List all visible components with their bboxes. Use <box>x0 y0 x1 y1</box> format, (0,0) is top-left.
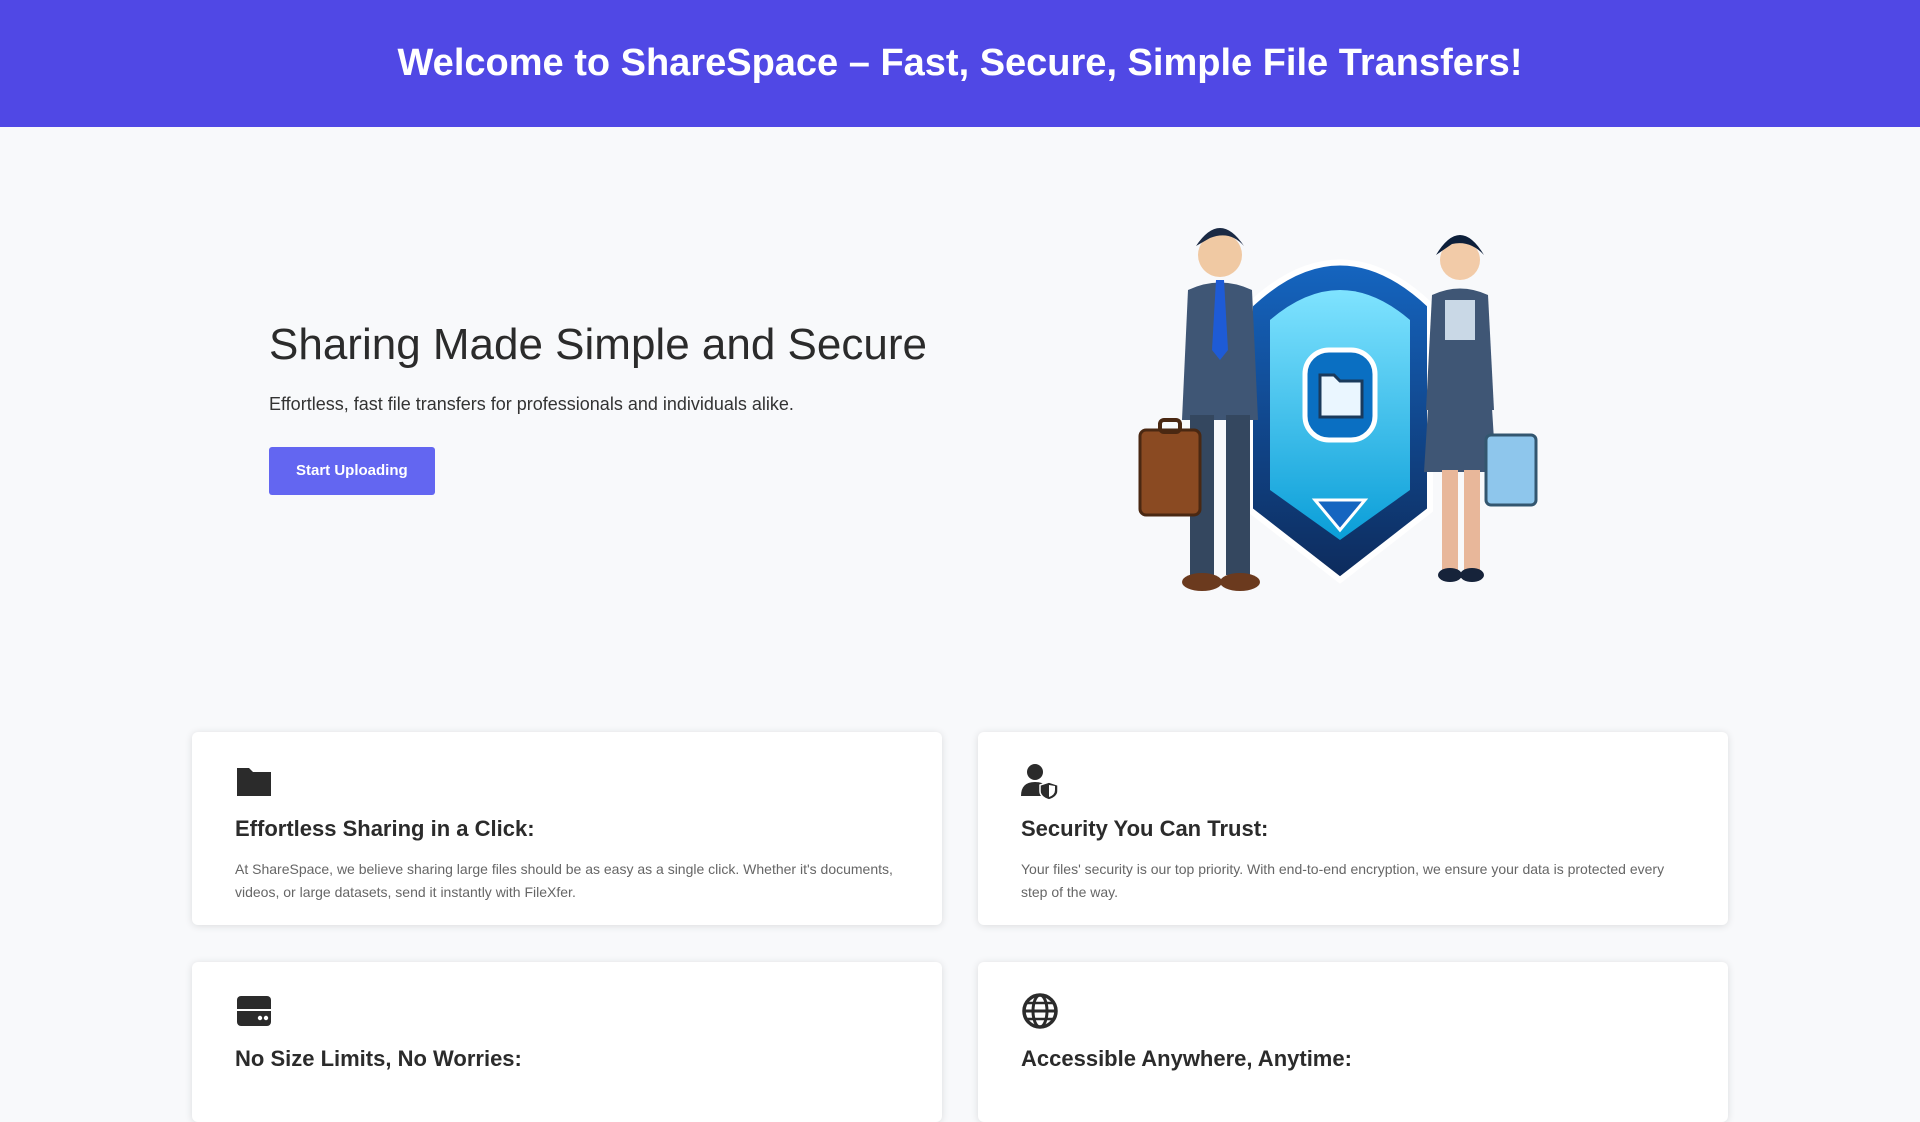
feature-card-effortless-sharing: Effortless Sharing in a Click: At ShareS… <box>192 732 942 925</box>
hero-section: Sharing Made Simple and Secure Effortles… <box>269 320 969 495</box>
hero-subtitle: Effortless, fast file transfers for prof… <box>269 394 794 414</box>
user-shield-icon <box>1021 762 1685 800</box>
feature-title: Accessible Anywhere, Anytime: <box>1021 1046 1352 1071</box>
top-banner: Welcome to ShareSpace – Fast, Secure, Si… <box>0 0 1920 127</box>
feature-title: Security You Can Trust: <box>1021 816 1269 841</box>
banner-title: Welcome to ShareSpace – Fast, Secure, Si… <box>397 42 1523 84</box>
feature-card-security: Security You Can Trust: Your files' secu… <box>978 732 1728 925</box>
feature-title: No Size Limits, No Worries: <box>235 1046 522 1071</box>
folder-icon <box>235 762 899 800</box>
professionals-shield-illustration <box>1138 228 1538 591</box>
feature-card-no-size-limits: No Size Limits, No Worries: <box>192 962 942 1122</box>
feature-card-accessible-anywhere: Accessible Anywhere, Anytime: <box>978 962 1728 1122</box>
hero-illustration <box>1130 210 1550 610</box>
start-uploading-button[interactable]: Start Uploading <box>269 447 435 495</box>
feature-title: Effortless Sharing in a Click: <box>235 816 535 841</box>
feature-description: Your files' security is our top priority… <box>1021 861 1665 900</box>
feature-description: At ShareSpace, we believe sharing large … <box>235 861 893 900</box>
hero-title: Sharing Made Simple and Secure <box>269 320 927 369</box>
hard-drive-icon <box>235 992 899 1030</box>
globe-icon <box>1021 992 1685 1030</box>
